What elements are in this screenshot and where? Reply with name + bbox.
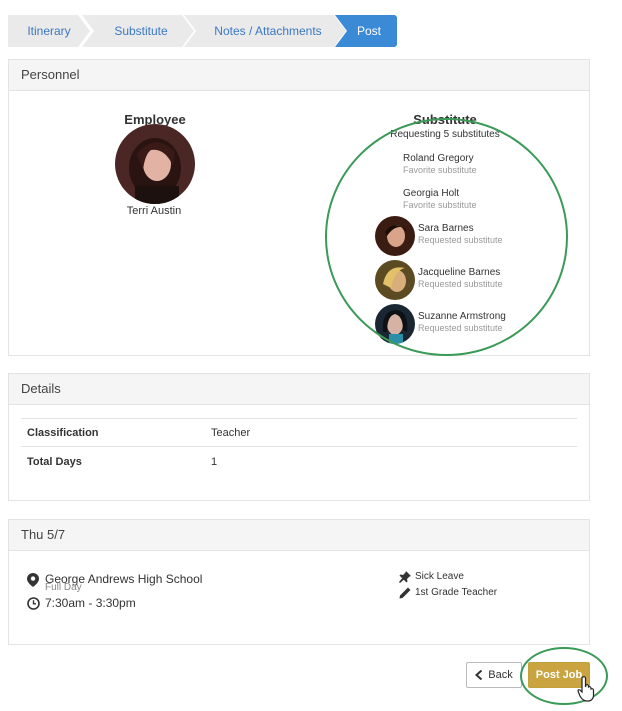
details-panel: Details Classification Teacher Total Day… bbox=[8, 373, 590, 501]
hand-cursor-icon bbox=[577, 676, 595, 702]
personnel-heading: Personnel bbox=[9, 60, 589, 91]
step-label: Substitute bbox=[114, 24, 168, 38]
substitute-highlight-ring bbox=[325, 118, 568, 356]
details-value: 1 bbox=[211, 456, 218, 468]
clock-icon bbox=[27, 597, 40, 610]
details-value: Teacher bbox=[211, 427, 251, 439]
back-label: Back bbox=[488, 669, 513, 681]
step-label: Itinerary bbox=[27, 24, 71, 38]
details-divider bbox=[21, 418, 577, 419]
employee-name: Terri Austin bbox=[126, 205, 182, 217]
details-label: Total Days bbox=[27, 456, 82, 468]
time-range: 7:30am - 3:30pm bbox=[45, 596, 136, 610]
step-substitute[interactable]: Substitute bbox=[82, 15, 194, 47]
day-panel: Thu 5/7 George Andrews High School 7:30a… bbox=[8, 519, 590, 645]
employee-avatar bbox=[115, 124, 195, 204]
position-text: 1st Grade Teacher bbox=[415, 587, 498, 598]
reason-text: Sick Leave bbox=[415, 571, 464, 582]
step-notes-attachments[interactable]: Notes / Attachments bbox=[184, 15, 346, 47]
details-divider bbox=[21, 446, 577, 447]
pencil-icon bbox=[399, 587, 411, 599]
step-itinerary[interactable]: Itinerary bbox=[8, 15, 90, 47]
step-label: Notes / Attachments bbox=[214, 24, 322, 38]
details-heading: Details bbox=[9, 374, 589, 405]
pin-icon bbox=[399, 571, 411, 583]
step-label: Post bbox=[356, 24, 381, 38]
step-post[interactable]: Post bbox=[335, 15, 397, 47]
duration-label: Full Day bbox=[45, 582, 82, 593]
back-button[interactable]: Back bbox=[466, 662, 522, 688]
day-heading: Thu 5/7 bbox=[9, 520, 589, 551]
map-marker-icon bbox=[27, 573, 39, 587]
employee-photo bbox=[115, 124, 195, 204]
wizard-steps: Itinerary Substitute Notes / Attachments… bbox=[8, 15, 408, 47]
personnel-panel: Personnel Employee Terri Austin Substitu… bbox=[8, 59, 590, 356]
chevron-left-icon bbox=[475, 670, 483, 681]
details-label: Classification bbox=[27, 427, 99, 439]
